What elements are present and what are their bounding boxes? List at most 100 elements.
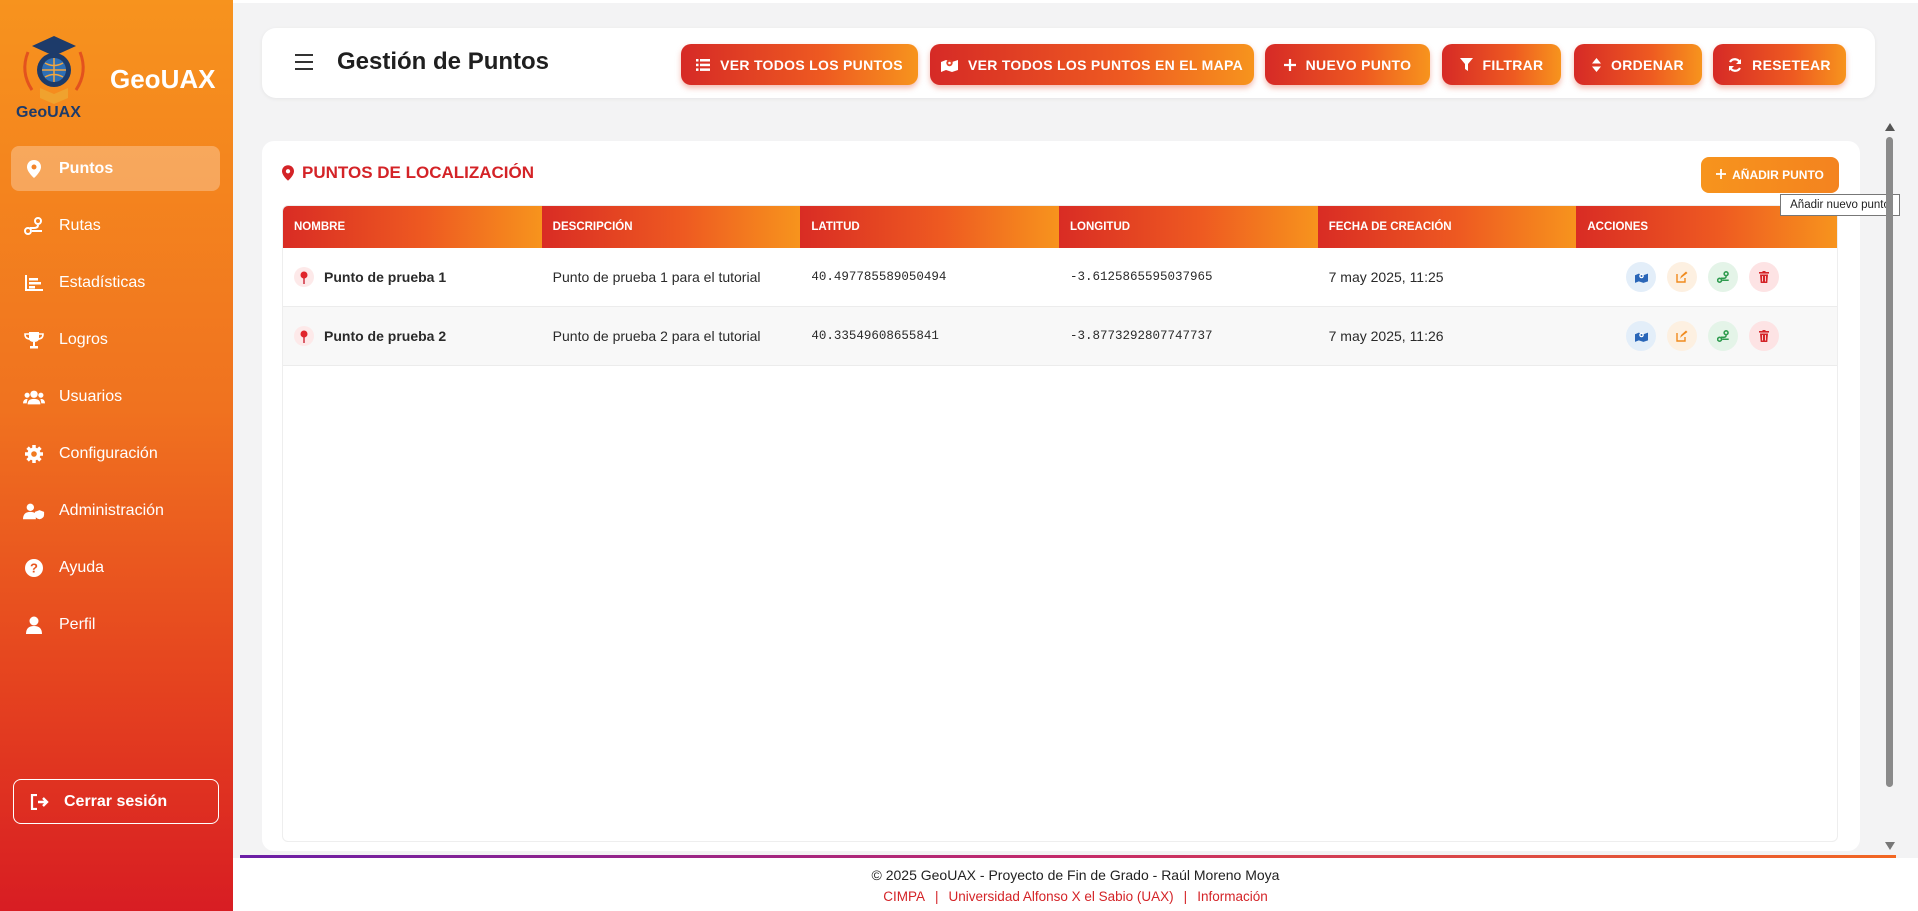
add-point-button[interactable]: AÑADIR PUNTO bbox=[1701, 157, 1839, 193]
footer-link-informacion[interactable]: Información bbox=[1197, 889, 1268, 904]
trash-icon bbox=[1759, 271, 1770, 283]
delete-button[interactable] bbox=[1749, 262, 1780, 292]
map-pin-icon bbox=[282, 165, 294, 181]
logout-button[interactable]: Cerrar sesión bbox=[13, 779, 219, 824]
gear-icon bbox=[23, 443, 45, 465]
delete-button[interactable] bbox=[1749, 321, 1780, 351]
cell-longitude: -3.8773292807747737 bbox=[1069, 329, 1213, 343]
button-label: VER TODOS LOS PUNTOS EN EL MAPA bbox=[967, 56, 1244, 73]
edit-icon bbox=[1676, 330, 1688, 342]
column-header-latitud[interactable]: LATITUD bbox=[800, 206, 1060, 248]
sidebar-item-logros[interactable]: Logros bbox=[11, 317, 220, 362]
route-icon bbox=[23, 215, 45, 237]
footer: © 2025 GeoUAX - Proyecto de Fin de Grado… bbox=[233, 858, 1918, 911]
view-all-points-map-button[interactable]: VER TODOS LOS PUNTOS EN EL MAPA bbox=[930, 44, 1254, 85]
sidebar-item-puntos[interactable]: Puntos bbox=[11, 146, 220, 191]
user-icon bbox=[23, 614, 45, 636]
users-icon bbox=[23, 386, 45, 408]
map-icon bbox=[1634, 273, 1648, 283]
plus-icon bbox=[1283, 58, 1296, 71]
trophy-icon bbox=[23, 329, 45, 351]
footer-link-cimpa[interactable]: CIMPA bbox=[883, 889, 925, 904]
vertical-scrollbar[interactable] bbox=[1884, 120, 1896, 853]
map-pin-icon bbox=[23, 158, 45, 180]
cell-name: Punto de prueba 2 bbox=[283, 326, 542, 346]
trash-icon bbox=[1759, 330, 1770, 342]
separator: | bbox=[935, 889, 939, 904]
sidebar-item-administracion[interactable]: Administración bbox=[11, 488, 220, 533]
add-to-route-button[interactable] bbox=[1708, 321, 1739, 351]
cell-date: 7 may 2025, 11:26 bbox=[1328, 328, 1444, 344]
edit-button[interactable] bbox=[1667, 262, 1698, 292]
button-label: RESETEAR bbox=[1752, 56, 1831, 73]
column-header-longitud[interactable]: LONGITUD bbox=[1059, 206, 1318, 248]
cell-description: Punto de prueba 1 para el tutorial bbox=[552, 269, 761, 285]
sidebar-item-label: Ayuda bbox=[59, 558, 105, 576]
refresh-icon bbox=[1728, 57, 1742, 72]
cell-latitude: 40.497785589050494 bbox=[811, 270, 947, 284]
svg-text:?: ? bbox=[30, 560, 38, 575]
table-row[interactable]: Punto de prueba 1 Punto de prueba 1 para… bbox=[283, 248, 1837, 307]
logo-caption: GeoUAX bbox=[16, 104, 81, 121]
add-point-tooltip: Añadir nuevo punto bbox=[1780, 194, 1900, 216]
sidebar-item-label: Perfil bbox=[59, 615, 96, 633]
logout-label: Cerrar sesión bbox=[64, 792, 168, 810]
button-label: ORDENAR bbox=[1611, 56, 1684, 73]
pushpin-icon bbox=[294, 267, 314, 287]
add-to-route-button[interactable] bbox=[1708, 262, 1739, 292]
view-on-map-button[interactable] bbox=[1626, 262, 1657, 292]
scroll-down-icon[interactable] bbox=[1885, 842, 1895, 850]
scrollbar-thumb[interactable] bbox=[1886, 137, 1893, 787]
sidebar-item-label: Rutas bbox=[59, 216, 101, 234]
button-label: FILTRAR bbox=[1482, 56, 1544, 73]
copyright-text: © 2025 GeoUAX - Proyecto de Fin de Grado… bbox=[871, 867, 1280, 883]
top-border bbox=[233, 0, 1918, 3]
sort-button[interactable]: ORDENAR bbox=[1574, 44, 1702, 85]
sidebar-item-rutas[interactable]: Rutas bbox=[11, 203, 220, 248]
table-row[interactable]: Punto de prueba 2 Punto de prueba 2 para… bbox=[283, 307, 1837, 366]
view-all-points-button[interactable]: VER TODOS LOS PUNTOS bbox=[681, 44, 918, 85]
sidebar-item-perfil[interactable]: Perfil bbox=[11, 602, 220, 647]
sidebar-item-usuarios[interactable]: Usuarios bbox=[11, 374, 220, 419]
sidebar-item-label: Logros bbox=[59, 330, 108, 348]
chart-icon bbox=[23, 272, 45, 294]
sidebar-item-ayuda[interactable]: ? Ayuda bbox=[11, 545, 220, 590]
sort-icon bbox=[1592, 57, 1602, 72]
panel-title: PUNTOS DE LOCALIZACIÓN bbox=[282, 163, 534, 183]
sidebar-item-configuracion[interactable]: Configuración bbox=[11, 431, 220, 476]
new-point-button[interactable]: NUEVO PUNTO bbox=[1265, 44, 1430, 85]
cell-longitude: -3.6125865595037965 bbox=[1069, 270, 1213, 284]
scroll-up-icon[interactable] bbox=[1885, 123, 1895, 131]
column-header-fecha[interactable]: FECHA DE CREACIÓN bbox=[1317, 206, 1577, 248]
point-name: Punto de prueba 2 bbox=[324, 328, 447, 344]
filter-icon bbox=[1459, 58, 1473, 71]
cell-description: Punto de prueba 2 para el tutorial bbox=[552, 328, 761, 344]
sidebar-item-label: Configuración bbox=[59, 444, 158, 462]
sidebar-item-label: Puntos bbox=[59, 159, 114, 177]
panel-title-text: PUNTOS DE LOCALIZACIÓN bbox=[302, 163, 535, 182]
menu-toggle-icon[interactable] bbox=[295, 54, 313, 70]
edit-button[interactable] bbox=[1667, 321, 1698, 351]
reset-button[interactable]: RESETEAR bbox=[1713, 44, 1846, 85]
column-header-nombre[interactable]: NOMBRE bbox=[283, 206, 542, 248]
view-on-map-button[interactable] bbox=[1626, 321, 1657, 351]
cell-actions bbox=[1576, 321, 1837, 351]
sign-out-icon bbox=[30, 793, 50, 810]
footer-link-uax[interactable]: Universidad Alfonso X el Sabio (UAX) bbox=[949, 889, 1174, 904]
sidebar-item-estadisticas[interactable]: Estadísticas bbox=[11, 260, 220, 305]
separator: | bbox=[1183, 889, 1188, 904]
cell-latitude: 40.33549608655841 bbox=[811, 329, 939, 343]
route-icon bbox=[1716, 330, 1729, 342]
geouax-logo: GeoUAX bbox=[14, 32, 94, 122]
table-header: NOMBRE DESCRIPCIÓN LATITUD LONGITUD FECH… bbox=[283, 206, 1837, 248]
sidebar-nav: Puntos Rutas Estadísticas Logros Usuario… bbox=[11, 146, 220, 659]
point-name: Punto de prueba 1 bbox=[324, 269, 447, 285]
filter-button[interactable]: FILTRAR bbox=[1442, 44, 1561, 85]
question-icon: ? bbox=[23, 557, 45, 579]
column-header-descripcion[interactable]: DESCRIPCIÓN bbox=[541, 206, 801, 248]
sidebar-item-label: Usuarios bbox=[59, 387, 123, 405]
cell-actions bbox=[1576, 262, 1837, 292]
sidebar: GeoUAX GeoUAX Puntos Rutas Estadísticas bbox=[0, 0, 233, 911]
user-shield-icon bbox=[23, 500, 45, 522]
map-icon bbox=[940, 58, 958, 72]
